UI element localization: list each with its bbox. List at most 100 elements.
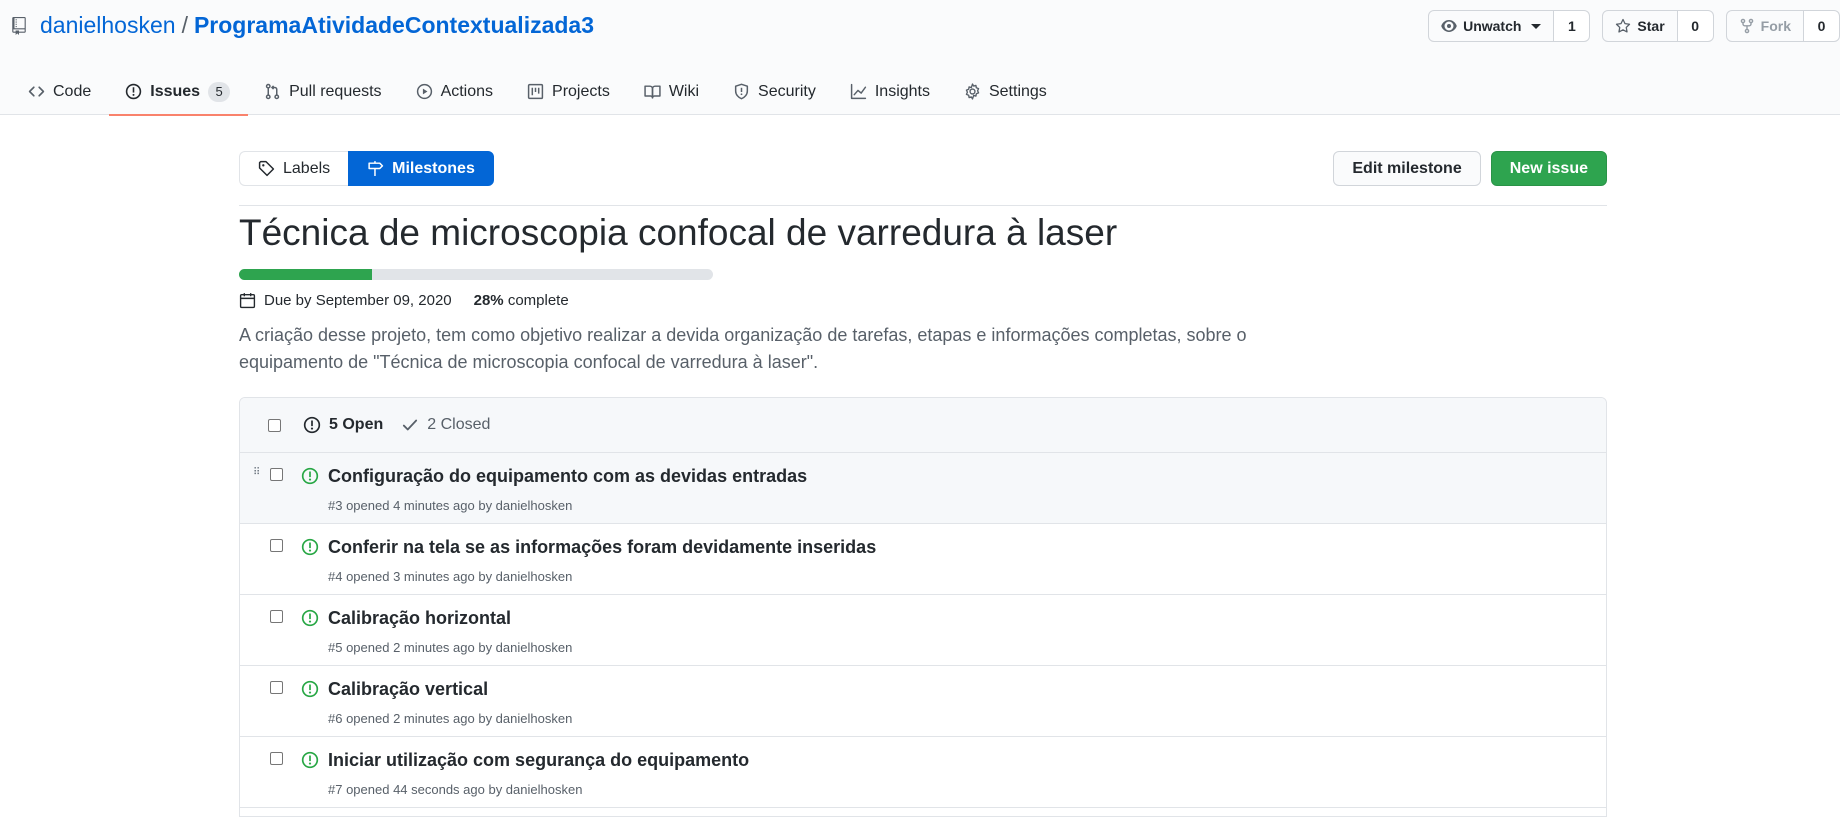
fork-icon <box>1740 18 1753 34</box>
tab-projects-label: Projects <box>552 82 610 100</box>
tab-security-label: Security <box>758 82 816 100</box>
tab-projects[interactable]: Projects <box>511 68 628 115</box>
issue-opened-icon <box>301 538 319 556</box>
issue-meta: #7 opened 44 seconds ago by danielhosken <box>328 782 583 797</box>
star-icon <box>1616 18 1631 33</box>
issue-meta: #5 opened 2 minutes ago by danielhosken <box>328 640 573 655</box>
issue-opened-icon <box>301 680 319 698</box>
calendar-icon <box>239 293 256 309</box>
gear-icon <box>965 83 980 100</box>
closed-issues-label: 2 Closed <box>427 416 491 433</box>
tab-wiki-label: Wiki <box>668 82 700 100</box>
labels-milestones-subnav: Labels Milestones <box>239 151 494 186</box>
tab-code-label: Code <box>53 82 92 100</box>
tab-issues[interactable]: Issues 5 <box>109 68 248 116</box>
tag-icon <box>258 160 275 177</box>
fork-group: Fork 0 <box>1725 10 1840 42</box>
issue-meta: #3 opened 4 minutes ago by danielhosken <box>328 498 573 513</box>
chevron-down-icon <box>1531 23 1542 29</box>
tab-settings[interactable]: Settings <box>948 68 1065 115</box>
milestone-description: A criação desse projeto, tem como objeti… <box>239 325 1247 372</box>
issue-row[interactable]: Iniciar utilização com segurança do equi… <box>240 737 1606 808</box>
issue-checkbox[interactable] <box>270 681 283 694</box>
unwatch-label: Unwatch <box>1463 18 1522 34</box>
issue-title-link[interactable]: Configuração do equipamento com as devid… <box>328 466 807 487</box>
issue-row[interactable]: Calibração horizontal #5 opened 2 minute… <box>240 595 1606 666</box>
issue-title-link[interactable]: Calibração vertical <box>328 679 488 700</box>
divider <box>239 205 1607 206</box>
issue-title-link[interactable]: Calibração horizontal <box>328 608 511 629</box>
fork-label: Fork <box>1760 18 1791 34</box>
issue-checkbox[interactable] <box>270 539 283 552</box>
issue-meta: #4 opened 3 minutes ago by danielhosken <box>328 569 573 584</box>
tab-pull-requests-label: Pull requests <box>289 82 382 100</box>
issues-box-header: 5 Open 2 Closed <box>240 398 1606 453</box>
open-issues-label: 5 Open <box>329 416 384 433</box>
issue-opened-icon <box>301 609 319 627</box>
milestones-tab-label: Milestones <box>392 159 475 177</box>
issue-checkbox[interactable] <box>270 610 283 623</box>
progress-fill <box>239 269 372 280</box>
new-issue-button[interactable]: New issue <box>1490 151 1607 186</box>
issue-checkbox[interactable] <box>270 752 283 765</box>
complete-label: complete <box>507 292 569 309</box>
eye-icon <box>1441 20 1457 32</box>
issue-title-link[interactable]: Iniciar utilização com segurança do equi… <box>328 750 749 771</box>
repo-header: danielhosken / ProgramaAtividadeContextu… <box>0 0 1840 116</box>
tab-actions-label: Actions <box>440 82 494 100</box>
issue-title-link[interactable]: Conferir na tela se as informações foram… <box>328 537 876 558</box>
milestones-tab[interactable]: Milestones <box>348 151 494 186</box>
tab-insights[interactable]: Insights <box>834 68 948 115</box>
select-all-checkbox[interactable] <box>268 418 281 432</box>
watch-count[interactable]: 1 <box>1554 10 1591 42</box>
open-issues-filter[interactable]: 5 Open <box>303 416 383 434</box>
issue-row[interactable]: ⠿ Configuração do equipamento com as dev… <box>240 453 1606 524</box>
issue-row[interactable]: Calibração vertical #6 opened 2 minutes … <box>240 666 1606 737</box>
closed-issues-filter[interactable]: 2 Closed <box>401 416 490 434</box>
code-icon <box>28 86 45 97</box>
issue-state-filters: 5 Open 2 Closed <box>303 416 490 434</box>
issue-opened-icon <box>126 83 142 100</box>
edit-milestone-button[interactable]: Edit milestone <box>1333 151 1481 186</box>
check-icon <box>403 419 418 431</box>
issue-checkbox[interactable] <box>270 468 283 481</box>
tab-wiki[interactable]: Wiki <box>628 68 717 115</box>
milestone-percent: 28% complete <box>474 292 569 309</box>
tab-actions[interactable]: Actions <box>400 68 511 115</box>
play-icon <box>416 83 432 100</box>
issues-box: 5 Open 2 Closed ⠿ Configuração do equipa… <box>239 397 1607 817</box>
issue-opened-icon <box>301 751 319 769</box>
milestone-icon <box>368 161 384 176</box>
repo-separator: / <box>181 12 188 38</box>
labels-tab[interactable]: Labels <box>239 151 349 186</box>
labels-tab-label: Labels <box>283 159 331 177</box>
repo-icon <box>12 16 28 35</box>
project-icon <box>527 83 544 100</box>
tab-issues-label: Issues <box>150 82 201 100</box>
tab-insights-label: Insights <box>874 82 930 100</box>
star-label: Star <box>1637 18 1665 34</box>
book-icon <box>644 85 661 99</box>
issue-row[interactable]: Conferir na tela se as informações foram… <box>240 524 1606 595</box>
graph-icon <box>850 83 866 100</box>
watch-group: Unwatch 1 <box>1428 10 1591 42</box>
fork-count[interactable]: 0 <box>1804 10 1840 42</box>
repo-nav: Code Issues 5 Pull requests Actions Proj… <box>12 68 1065 116</box>
unwatch-button[interactable]: Unwatch <box>1428 10 1555 42</box>
star-button[interactable]: Star <box>1602 10 1678 42</box>
star-count[interactable]: 0 <box>1677 10 1714 42</box>
milestone-actions: Edit milestone New issue <box>1333 151 1607 186</box>
issue-opened-icon <box>301 467 319 485</box>
repo-owner-link[interactable]: danielhosken <box>40 12 176 39</box>
issue-meta: #6 opened 2 minutes ago by danielhosken <box>328 711 573 726</box>
issues-counter: 5 <box>208 81 231 102</box>
milestone-due-date: Due by September 09, 2020 <box>264 292 452 309</box>
drag-handle-icon[interactable]: ⠿ <box>253 468 260 478</box>
tab-pull-requests[interactable]: Pull requests <box>248 68 400 115</box>
tab-code[interactable]: Code <box>12 68 109 115</box>
tab-security[interactable]: Security <box>717 68 834 115</box>
fork-button[interactable]: Fork <box>1725 10 1804 42</box>
repo-name-link[interactable]: ProgramaAtividadeContextualizada3 <box>194 12 594 39</box>
tab-settings-label: Settings <box>988 82 1047 100</box>
issue-opened-icon <box>303 416 321 434</box>
